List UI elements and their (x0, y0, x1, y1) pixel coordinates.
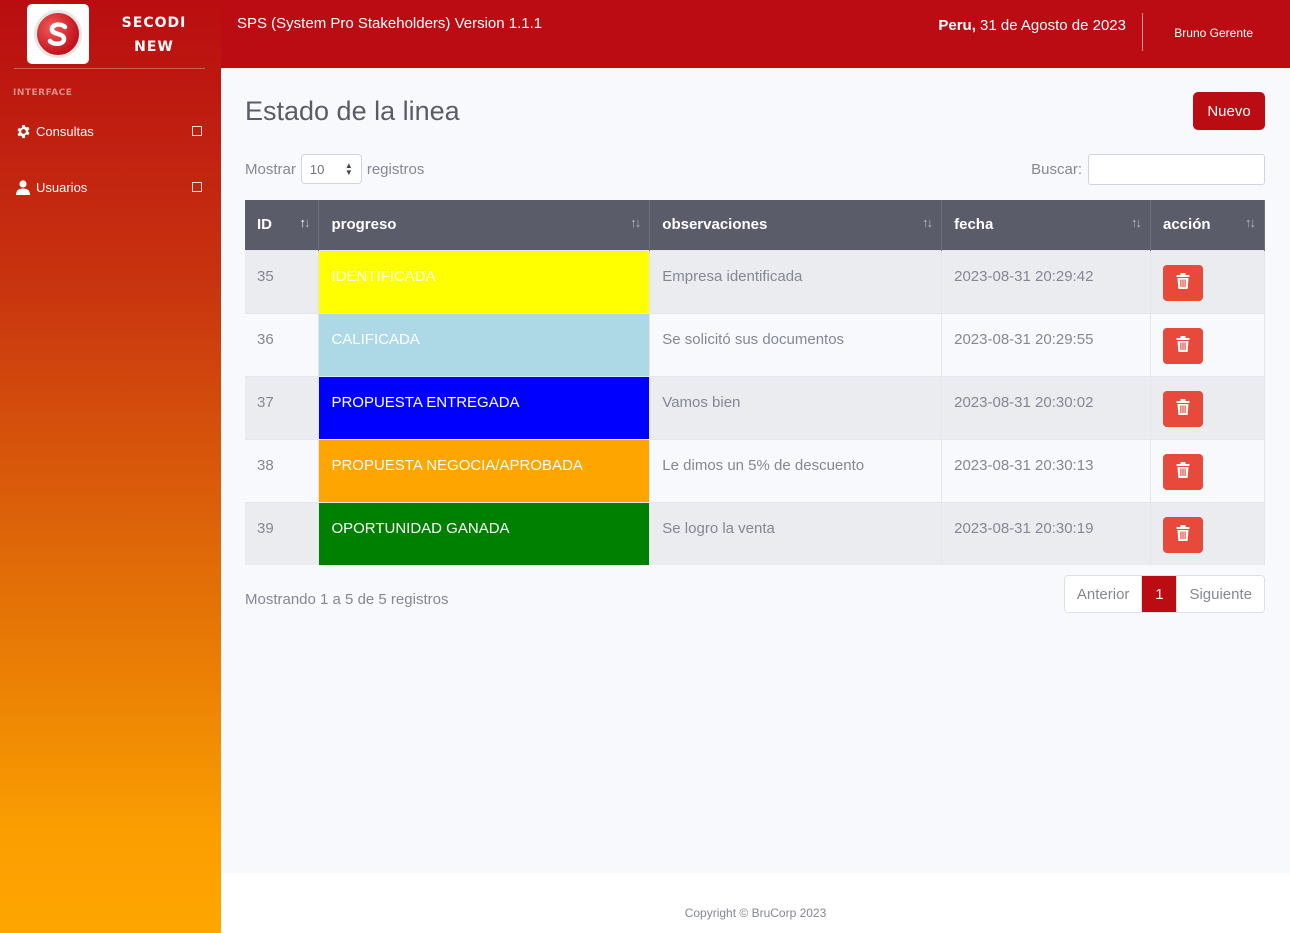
pagination: Anterior 1 Siguiente (1063, 575, 1265, 613)
data-table: ID ↑↓ progreso ↑↓ observaciones ↑↓ fecha ↑↓ … (245, 200, 1265, 565)
records-label: registros (366, 160, 425, 178)
cell-id: 39 (245, 501, 320, 565)
cell-fecha: 2023-08-31 20:29:42 (941, 249, 1151, 313)
cell-observaciones: Se logro la venta (649, 501, 943, 565)
cell-fecha: 2023-08-31 20:30:13 (941, 438, 1151, 502)
delete-button[interactable] (1163, 264, 1203, 301)
show-label: Mostrar (245, 160, 296, 178)
chevron-icon (192, 182, 202, 192)
user-menu[interactable]: Bruno Gerente (1174, 26, 1253, 40)
prev-page-button[interactable]: Anterior (1064, 576, 1143, 612)
table-row: 38 PROPUESTA NEGOCIA/APROBADA Le dimos un … (245, 438, 1265, 502)
new-button[interactable]: Nuevo (1193, 92, 1265, 130)
table-row: 39 OPORTUNIDAD GANADA Se logro la venta 202… (245, 501, 1265, 565)
sidebar-heading: INTERFACE (13, 88, 73, 98)
sidebar-divider (14, 68, 205, 69)
column-header-accion[interactable]: acción ↑↓ (1150, 200, 1265, 250)
sidebar-item-label: Consultas (36, 123, 94, 139)
topbar-divider (1142, 13, 1143, 51)
table-info: Mostrando 1 a 5 de 5 registros (245, 591, 449, 608)
delete-button[interactable] (1163, 390, 1203, 427)
topbar: SPS (System Pro Stakeholders) Version 1.… (221, 0, 1290, 68)
sort-icon: ↑↓ (299, 215, 310, 230)
sidebar-item-label: Usuarios (36, 179, 88, 195)
page-length-select[interactable]: 10 ▲ ▼ (300, 154, 362, 184)
app-title: SPS (System Pro Stakeholders) Version 1.… (237, 15, 543, 32)
cell-progreso: PROPUESTA NEGOCIA/APROBADA (318, 438, 651, 502)
sort-icon: ↑↓ (922, 215, 933, 230)
logo (27, 4, 89, 64)
sort-icon: ↑↓ (1131, 215, 1142, 230)
sidebar-item-consultas[interactable]: Consultas (14, 119, 206, 143)
search-control: Buscar: (1031, 154, 1265, 185)
cell-observaciones: Se solicitó sus documentos (649, 312, 943, 376)
cell-observaciones: Vamos bien (649, 375, 943, 439)
page-title: Estado de la linea (245, 96, 460, 126)
trash-icon (1176, 273, 1190, 292)
cell-progreso: CALIFICADA (318, 312, 651, 376)
main-content: Estado de la linea Nuevo Mostrar 10 ▲ ▼ r… (221, 68, 1290, 873)
gear-icon (14, 122, 32, 140)
cell-accion (1150, 375, 1265, 439)
cell-fecha: 2023-08-31 20:30:19 (941, 501, 1151, 565)
trash-icon (1176, 462, 1190, 481)
page-length-value: 10 (309, 161, 325, 177)
cell-progreso: PROPUESTA ENTREGADA (318, 375, 651, 439)
column-header-fecha[interactable]: fecha ↑↓ (941, 200, 1151, 250)
trash-icon (1176, 525, 1190, 544)
column-header-observaciones[interactable]: observaciones ↑↓ (649, 200, 943, 250)
cell-id: 35 (245, 249, 320, 313)
cell-observaciones: Le dimos un 5% de descuento (649, 438, 943, 502)
user-icon (14, 178, 32, 196)
trash-icon (1176, 399, 1190, 418)
cell-id: 37 (245, 375, 320, 439)
page-1-button[interactable]: 1 (1142, 576, 1178, 612)
search-label: Buscar: (1031, 161, 1082, 178)
delete-button[interactable] (1163, 516, 1203, 553)
sort-icon: ↑↓ (630, 215, 641, 230)
table-row: 37 PROPUESTA ENTREGADA Vamos bien 2023-08-3… (245, 375, 1265, 439)
column-header-id[interactable]: ID ↑↓ (245, 200, 320, 250)
cell-accion (1150, 501, 1265, 565)
cell-id: 38 (245, 438, 320, 502)
cell-accion (1150, 438, 1265, 502)
page-length-control: Mostrar 10 ▲ ▼ registros (245, 154, 424, 184)
footer: Copyright © BruCorp 2023 (221, 873, 1290, 933)
search-input[interactable] (1088, 154, 1265, 185)
brand[interactable]: SECODI NEW (0, 0, 221, 68)
select-arrows-icon: ▲ ▼ (344, 161, 353, 177)
copyright: Copyright © BruCorp 2023 (684, 906, 827, 920)
cell-accion (1150, 312, 1265, 376)
sidebar-item-usuarios[interactable]: Usuarios (14, 175, 206, 199)
delete-button[interactable] (1163, 327, 1203, 364)
trash-icon (1176, 336, 1190, 355)
sort-icon: ↑↓ (1245, 215, 1256, 230)
table-row: 35 IDENTIFICADA Empresa identificada 2023-0… (245, 249, 1265, 313)
column-header-progreso[interactable]: progreso ↑↓ (318, 200, 651, 250)
sidebar: SECODI NEW INTERFACE Consultas Usuarios (0, 0, 221, 933)
cell-progreso: IDENTIFICADA (318, 249, 651, 313)
chevron-icon (192, 126, 202, 136)
cell-fecha: 2023-08-31 20:30:02 (941, 375, 1151, 439)
cell-observaciones: Empresa identificada (649, 249, 943, 313)
delete-button[interactable] (1163, 453, 1203, 490)
current-date: Peru, 31 de Agosto de 2023 (938, 17, 1126, 34)
cell-id: 36 (245, 312, 320, 376)
cell-accion (1150, 249, 1265, 313)
cell-progreso: OPORTUNIDAD GANADA (318, 501, 651, 565)
cell-fecha: 2023-08-31 20:29:55 (941, 312, 1151, 376)
brand-name: SECODI NEW (121, 14, 187, 55)
table-row: 36 CALIFICADA Se solicitó sus documentos 20… (245, 312, 1265, 376)
next-page-button[interactable]: Siguiente (1177, 576, 1264, 612)
